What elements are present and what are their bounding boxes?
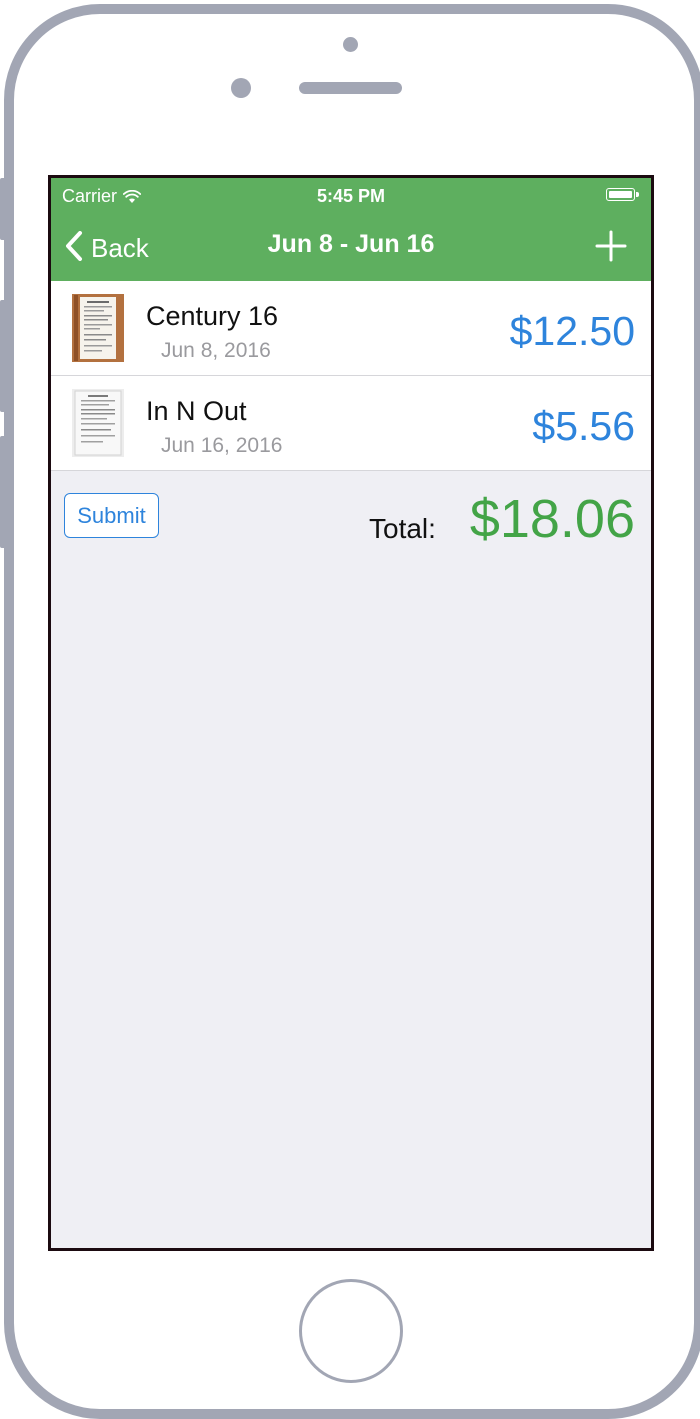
receipt-thumbnail: [72, 294, 124, 362]
front-camera: [343, 37, 358, 52]
receipt-list: Century 16 Jun 8, 2016 $12.50 In N Out J…: [51, 281, 651, 471]
status-bar: Carrier 5:45 PM: [51, 178, 651, 214]
battery-icon: [606, 188, 639, 203]
add-receipt-button[interactable]: [591, 226, 631, 266]
back-button[interactable]: Back: [65, 228, 149, 268]
proximity-sensor: [231, 78, 251, 98]
receipt-row-century-16[interactable]: Century 16 Jun 8, 2016 $12.50: [51, 281, 651, 375]
total-label: Total:: [369, 513, 436, 544]
receipt-amount: $12.50: [509, 308, 635, 354]
back-label: Back: [91, 232, 149, 263]
page-title: Jun 8 - Jun 16: [267, 230, 435, 258]
phone-mockup: Carrier 5:45 PM Back Jun 8 - Jun 16 Cent…: [0, 0, 700, 1419]
receipt-row-in-n-out[interactable]: In N Out Jun 16, 2016 $5.56: [51, 375, 651, 470]
total-value: $18.06: [469, 489, 635, 549]
home-button[interactable]: [299, 1279, 403, 1383]
chevron-left-icon: [65, 230, 83, 266]
merchant-name: Century 16: [146, 301, 279, 331]
receipt-date: Jun 16, 2016: [161, 434, 283, 457]
earpiece-speaker: [299, 82, 402, 94]
receipt-date: Jun 8, 2016: [161, 339, 271, 362]
status-time: 5:45 PM: [316, 186, 386, 206]
app-screen: Carrier 5:45 PM Back Jun 8 - Jun 16 Cent…: [48, 175, 654, 1251]
receipt-thumbnail: [72, 389, 124, 457]
receipt-amount: $5.56: [532, 403, 635, 449]
submit-button[interactable]: Submit: [64, 493, 159, 538]
merchant-name: In N Out: [146, 396, 247, 426]
plus-icon: [591, 230, 631, 270]
navigation-bar: Carrier 5:45 PM Back Jun 8 - Jun 16: [51, 178, 651, 281]
